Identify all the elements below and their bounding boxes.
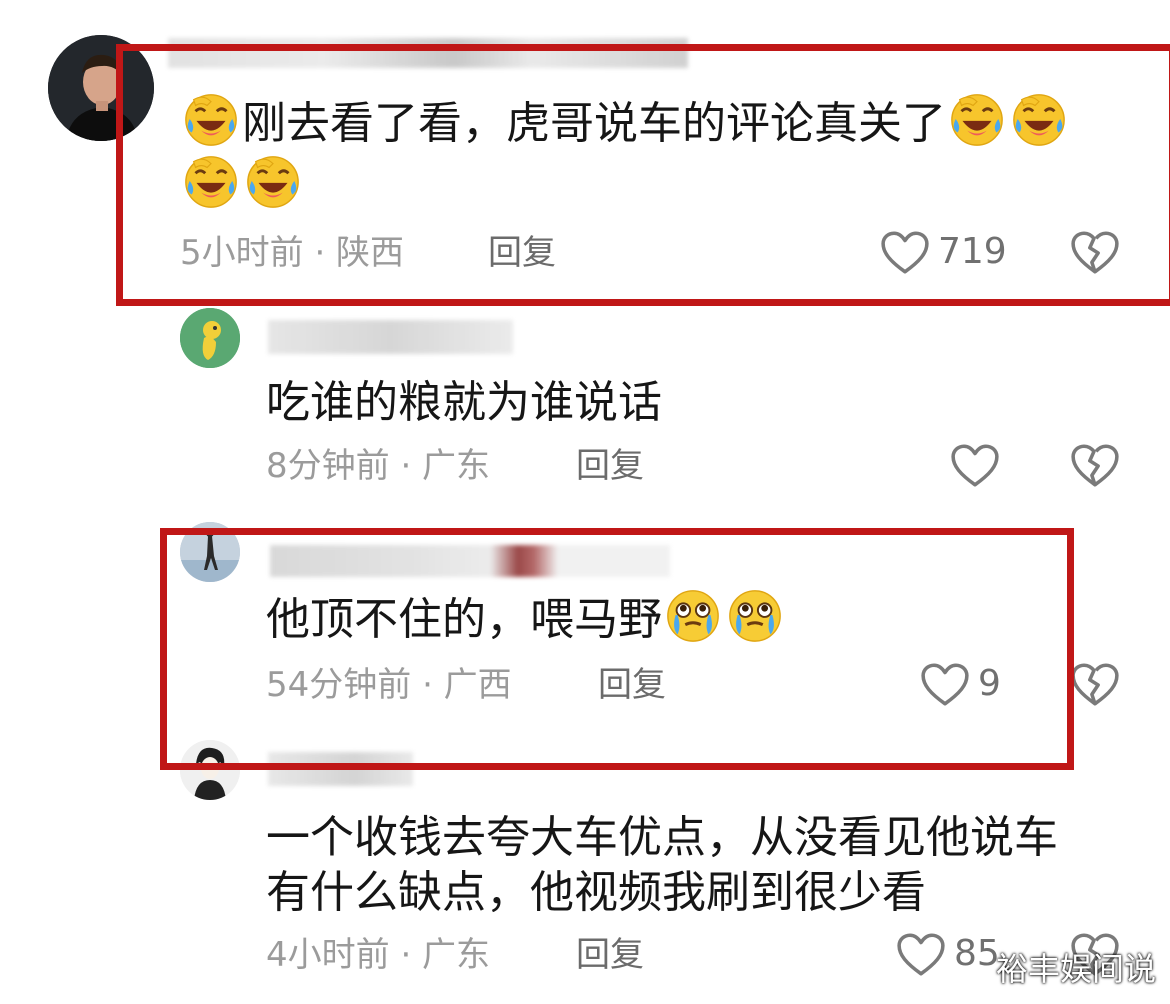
reply-button[interactable]: 回复: [576, 935, 644, 975]
laugh-cry-emoji: [948, 90, 1006, 148]
avatar-photo: [48, 35, 154, 141]
comment-text-line2: 有什么缺点，他视频我刷到很少看: [266, 867, 926, 918]
dislike-icon[interactable]: [1070, 662, 1120, 708]
reply-button[interactable]: 回复: [488, 233, 556, 273]
dislike-icon[interactable]: [1070, 443, 1120, 489]
heart-icon[interactable]: [920, 662, 970, 708]
comment-meta: 8分钟前 · 广东: [266, 446, 491, 486]
like-count: 85: [954, 933, 1000, 974]
reply-button[interactable]: 回复: [576, 446, 644, 486]
laugh-cry-emoji: [244, 152, 302, 210]
heart-icon[interactable]: [880, 230, 930, 276]
comment-meta: 54分钟前 · 广西: [266, 665, 512, 705]
avatar-image: [180, 308, 240, 368]
avatar-image: [180, 740, 240, 800]
like-count: 719: [938, 231, 1007, 272]
reply-button[interactable]: 回复: [598, 665, 666, 705]
laugh-cry-emoji: [182, 90, 240, 148]
heart-icon[interactable]: [896, 932, 946, 978]
blurred-username: [270, 545, 670, 577]
avatar[interactable]: [180, 522, 240, 582]
avatar[interactable]: [48, 35, 154, 141]
comment-meta: 5小时前 · 陕西: [180, 233, 405, 273]
avatar-image: [180, 522, 240, 582]
blurred-username: [168, 38, 688, 68]
heart-icon[interactable]: [950, 443, 1000, 489]
like-count: 9: [978, 663, 1001, 704]
comment-meta: 4小时前 · 广东: [266, 935, 491, 975]
comment-text: 他顶不住的，喂马野: [266, 586, 786, 653]
blurred-username: [268, 320, 513, 354]
avatar[interactable]: [180, 308, 240, 368]
dislike-icon[interactable]: [1070, 230, 1120, 276]
avatar[interactable]: [180, 740, 240, 800]
comment-text: 吃谁的粮就为谁说话: [266, 377, 662, 428]
watermark: 裕丰娱间说: [995, 950, 1156, 988]
pleading-tears-emoji: [726, 586, 784, 644]
laugh-cry-emoji: [1010, 90, 1068, 148]
comment-text: 刚去看了看，虎哥说车的评论真关了: [180, 90, 1070, 157]
pleading-tears-emoji: [664, 586, 722, 644]
comment-text-line2: [180, 152, 304, 219]
blurred-username: [268, 752, 413, 786]
laugh-cry-emoji: [182, 152, 240, 210]
